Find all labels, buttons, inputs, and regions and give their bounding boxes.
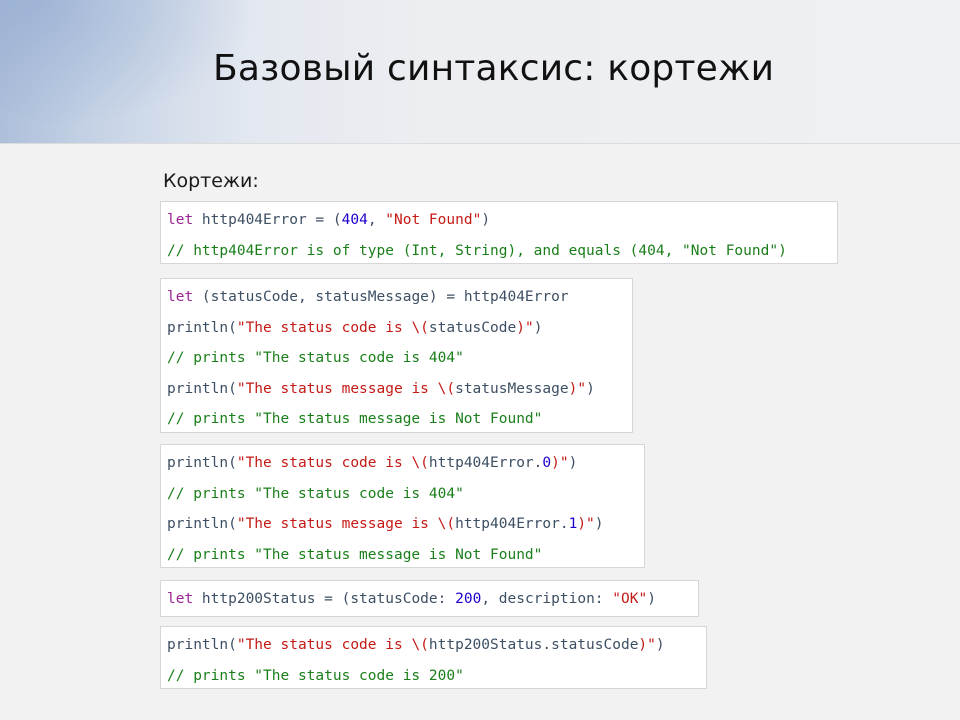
code-token-plain: , (367, 212, 386, 228)
code-token-plain: ) (568, 455, 578, 471)
code-token-plain: http404Error. (428, 455, 543, 471)
code-token-plain: ) (594, 516, 604, 533)
code-line: println("The status code is \(http404Err… (167, 448, 638, 479)
code-token-plain: ) (586, 380, 595, 397)
header-divider (0, 143, 960, 144)
code-line: // prints "The status message is Not Fou… (167, 404, 626, 435)
code-token-plain: println( (167, 637, 237, 653)
code-token-cmt: // prints "The status message is Not Fou… (167, 546, 543, 563)
code-token-plain: , description: (481, 591, 613, 607)
code-line: let http200Status = (statusCode: 200, de… (167, 584, 692, 615)
code-token-num: 0 (542, 455, 552, 471)
code-line: // prints "The status code is 200" (167, 661, 700, 692)
page-title: Базовый синтаксис: кортежи (213, 48, 775, 89)
code-token-str: )" (516, 319, 534, 336)
code-token-str: "Not Found" (385, 212, 482, 228)
code-token-str: "The status message is \( (236, 380, 456, 397)
code-token-cmt: // prints "The status code is 404" (167, 485, 464, 502)
code-token-cmt: // prints "The status code is 404" (167, 350, 464, 367)
code-token-num: 404 (341, 212, 368, 228)
code-token-plain: (statusCode, statusMessage) = http404Err… (193, 289, 569, 305)
code-token-str: )" (551, 455, 569, 471)
code-token-str: "The status message is \( (236, 516, 456, 533)
code-token-str: )" (638, 637, 656, 653)
code-line: println("The status message is \(statusM… (167, 374, 626, 405)
code-token-cmt: // prints "The status code is 200" (167, 667, 464, 684)
code-token-plain: ) (533, 319, 543, 336)
code-block-index-access: println("The status code is \(http404Err… (160, 444, 645, 568)
code-token-str: "The status code is \( (236, 637, 429, 653)
code-line: println("The status code is \(http200Sta… (167, 630, 700, 661)
code-token-plain: http200Status = (statusCode: (193, 591, 456, 607)
code-token-str: "OK" (612, 591, 648, 607)
code-token-plain: ) (647, 591, 656, 607)
code-line: println("The status message is \(http404… (167, 509, 638, 540)
code-block-tuple-decomposition: let (statusCode, statusMessage) = http40… (160, 278, 633, 433)
code-token-str: "The status code is \( (236, 455, 429, 471)
code-line: let (statusCode, statusMessage) = http40… (167, 282, 626, 313)
code-line: // prints "The status code is 404" (167, 479, 638, 510)
code-token-plain: http404Error. (455, 516, 569, 533)
code-line: // http404Error is of type (Int, String)… (167, 236, 831, 267)
code-token-plain: statusMessage (455, 380, 569, 397)
code-token-plain: println( (167, 455, 237, 471)
code-block-named-access: println("The status code is \(http200Sta… (160, 626, 707, 689)
code-token-str: )" (568, 380, 587, 397)
code-token-plain: ) (655, 637, 665, 653)
code-token-num: 200 (455, 591, 482, 607)
code-line: let http404Error = (404, "Not Found") (167, 205, 831, 236)
code-token-plain: println( (167, 319, 237, 336)
code-token-kw: let (167, 289, 194, 305)
code-token-cmt: // prints "The status message is Not Fou… (167, 411, 543, 428)
code-token-plain: statusCode (428, 319, 517, 336)
code-token-plain: http200Status.statusCode (428, 637, 639, 653)
code-token-kw: let (167, 591, 194, 607)
code-block-tuple-declaration: let http404Error = (404, "Not Found") // … (160, 201, 838, 264)
code-line: println("The status code is \(statusCode… (167, 313, 626, 344)
code-line: // prints "The status code is 404" (167, 343, 626, 374)
code-token-plain: println( (167, 380, 237, 397)
code-token-str: "The status code is \( (236, 319, 429, 336)
code-token-str: )" (577, 516, 595, 533)
code-token-plain: http404Error = ( (193, 212, 342, 228)
section-label: Кортежи: (163, 170, 259, 192)
code-block-named-tuple: let http200Status = (statusCode: 200, de… (160, 580, 699, 617)
code-token-plain: println( (167, 516, 237, 533)
code-line: // prints "The status message is Not Fou… (167, 540, 638, 571)
code-token-cmt: // http404Error is of type (Int, String)… (167, 242, 787, 259)
code-token-plain: ) (481, 212, 491, 228)
code-token-kw: let (167, 212, 194, 228)
